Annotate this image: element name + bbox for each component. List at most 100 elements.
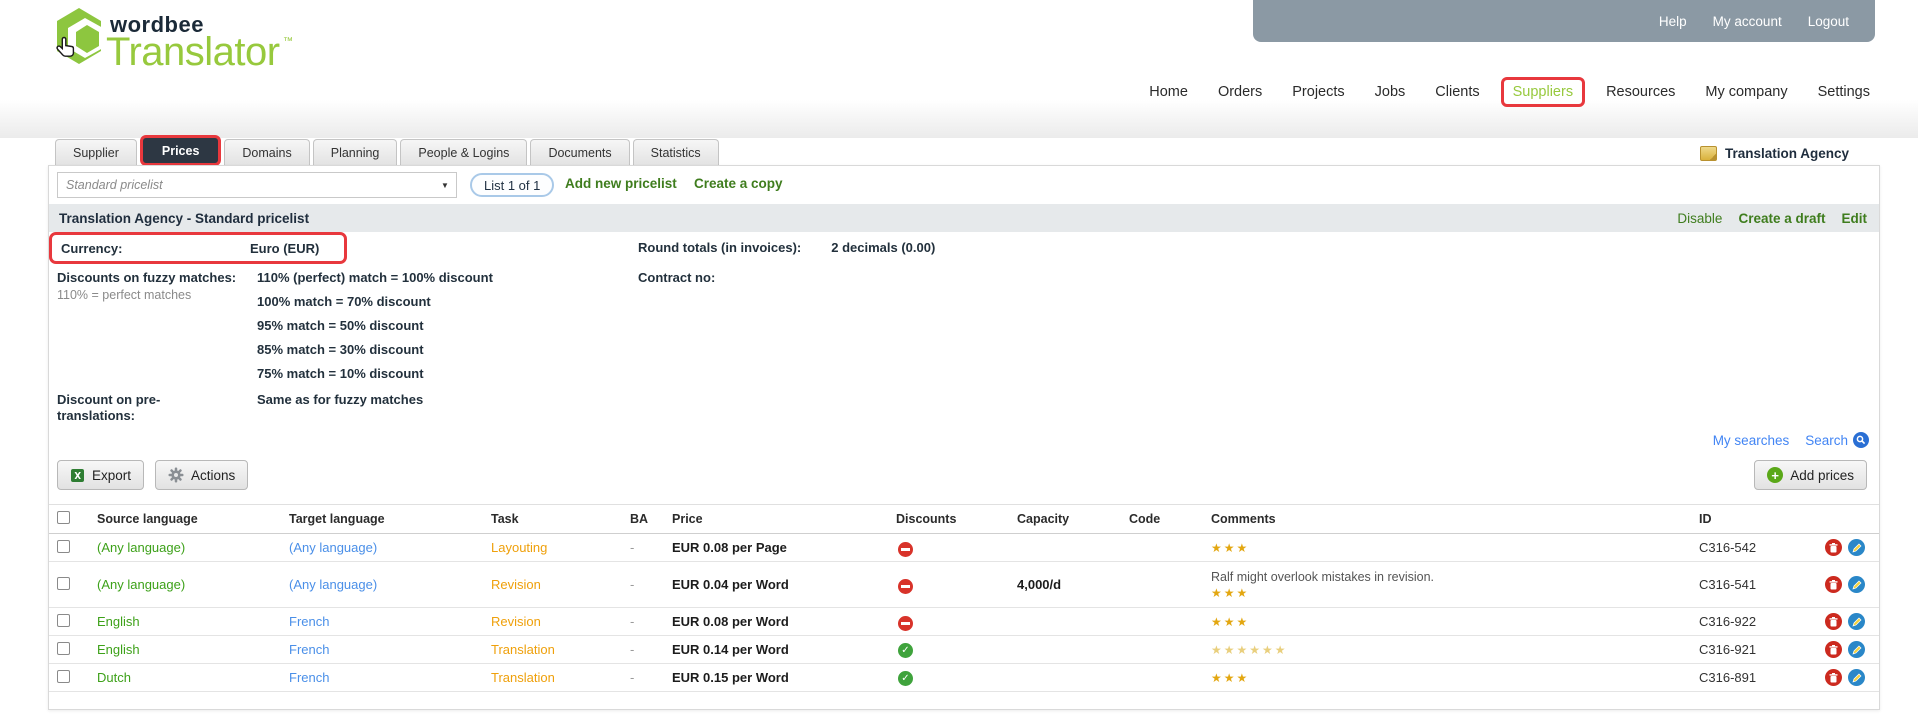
round-totals-label: Round totals (in invoices): [638, 240, 801, 255]
prices-panel: Standard pricelist ▼ List 1 of 1 Add new… [48, 165, 1880, 710]
delete-icon[interactable] [1825, 576, 1842, 593]
row-checkbox[interactable] [57, 540, 70, 553]
create-draft-link[interactable]: Create a draft [1738, 211, 1825, 226]
nav-projects[interactable]: Projects [1292, 84, 1344, 100]
create-a-copy-link[interactable]: Create a copy [694, 176, 783, 191]
task-link[interactable]: Translation [491, 642, 630, 657]
row-checkbox[interactable] [57, 614, 70, 627]
wordbee-logo[interactable]: wordbee Translator ™ [55, 6, 375, 76]
edit-icon[interactable] [1848, 669, 1865, 686]
price-value: EUR 0.14 per Word [672, 642, 896, 657]
select-all-checkbox[interactable] [57, 511, 70, 524]
tab-people-logins[interactable]: People & Logins [400, 139, 527, 166]
source-language-link[interactable]: English [97, 614, 289, 629]
row-checkbox[interactable] [57, 670, 70, 683]
tab-prices[interactable]: Prices [140, 135, 222, 166]
source-language-link[interactable]: Dutch [97, 670, 289, 685]
tab-domains[interactable]: Domains [224, 139, 309, 166]
currency-label: Currency: [52, 241, 250, 256]
task-link[interactable]: Translation [491, 670, 630, 685]
tab-band-background [0, 100, 1918, 138]
source-language-link[interactable]: (Any language) [97, 577, 289, 592]
edit-link[interactable]: Edit [1842, 211, 1868, 226]
nav-my-company[interactable]: My company [1705, 84, 1787, 100]
edit-icon[interactable] [1848, 576, 1865, 593]
actions-button[interactable]: Actions [155, 460, 248, 490]
source-language-link[interactable]: English [97, 642, 289, 657]
target-language-link[interactable]: French [289, 642, 491, 657]
prices-table: Source language Target language Task BA … [49, 504, 1879, 692]
nav-home[interactable]: Home [1149, 84, 1188, 100]
row-id: C316-921 [1699, 642, 1825, 657]
disable-link[interactable]: Disable [1677, 211, 1722, 226]
col-target-language: Target language [289, 512, 491, 526]
task-link[interactable]: Revision [491, 614, 630, 629]
logo-trademark: ™ [283, 36, 293, 47]
target-language-link[interactable]: (Any language) [289, 577, 491, 592]
delete-icon[interactable] [1825, 539, 1842, 556]
discount-status-icon [898, 616, 913, 631]
my-searches-link[interactable]: My searches [1713, 433, 1790, 448]
help-link[interactable]: Help [1659, 14, 1687, 29]
source-language-link[interactable]: (Any language) [97, 540, 289, 555]
nav-settings[interactable]: Settings [1818, 84, 1870, 100]
logout-link[interactable]: Logout [1808, 14, 1849, 29]
fuzzy-discounts-sublabel: 110% = perfect matches [57, 288, 191, 302]
search-link[interactable]: Search [1805, 432, 1869, 448]
target-language-link[interactable]: French [289, 614, 491, 629]
tab-statistics[interactable]: Statistics [633, 139, 719, 166]
col-source-language: Source language [97, 512, 289, 526]
gear-icon [168, 467, 184, 483]
my-account-link[interactable]: My account [1713, 14, 1782, 29]
rating-stars: ★★★★★★ [1211, 643, 1288, 657]
edit-icon[interactable] [1848, 539, 1865, 556]
delete-icon[interactable] [1825, 613, 1842, 630]
row-id: C316-922 [1699, 614, 1825, 629]
hand-cursor-icon [55, 36, 79, 62]
excel-icon [70, 468, 85, 483]
delete-icon[interactable] [1825, 669, 1842, 686]
col-discounts: Discounts [896, 512, 1017, 526]
task-link[interactable]: Revision [491, 577, 630, 592]
add-prices-button[interactable]: + Add prices [1754, 460, 1867, 490]
target-language-link[interactable]: (Any language) [289, 540, 491, 555]
table-header-row: Source language Target language Task BA … [49, 504, 1879, 534]
edit-icon[interactable] [1848, 641, 1865, 658]
pricelist-section-header: Translation Agency - Standard pricelist … [49, 204, 1879, 232]
rating-stars: ★★★ [1211, 671, 1249, 685]
search-icon [1853, 432, 1869, 448]
main-navigation: Home Orders Projects Jobs Clients Suppli… [0, 80, 1870, 104]
comment-text: Ralf might overlook mistakes in revision… [1211, 570, 1699, 585]
ba-value: - [630, 642, 672, 657]
capacity-value: 4,000/d [1017, 577, 1129, 592]
list-count-badge: List 1 of 1 [470, 173, 554, 197]
price-value: EUR 0.15 per Word [672, 670, 896, 685]
discount-status-icon [898, 579, 913, 594]
row-checkbox[interactable] [57, 642, 70, 655]
discount-status-icon [898, 671, 913, 686]
pricelist-select[interactable]: Standard pricelist ▼ [57, 172, 457, 198]
row-checkbox[interactable] [57, 577, 70, 590]
col-price: Price [672, 512, 896, 526]
tab-supplier[interactable]: Supplier [55, 139, 137, 166]
nav-jobs[interactable]: Jobs [1375, 84, 1406, 100]
ba-value: - [630, 540, 672, 555]
target-language-link[interactable]: French [289, 670, 491, 685]
nav-orders[interactable]: Orders [1218, 84, 1262, 100]
col-code: Code [1129, 512, 1211, 526]
nav-clients[interactable]: Clients [1435, 84, 1479, 100]
delete-icon[interactable] [1825, 641, 1842, 658]
tab-documents[interactable]: Documents [530, 139, 629, 166]
add-prices-button-label: Add prices [1790, 468, 1854, 483]
add-new-pricelist-link[interactable]: Add new pricelist [565, 176, 677, 191]
pricelist-title: Translation Agency - Standard pricelist [49, 211, 1677, 226]
edit-icon[interactable] [1848, 613, 1865, 630]
task-link[interactable]: Layouting [491, 540, 630, 555]
export-button[interactable]: Export [57, 460, 144, 490]
fuzzy-discounts-label: Discounts on fuzzy matches: [57, 270, 247, 285]
nav-suppliers[interactable]: Suppliers [1501, 77, 1585, 107]
nav-resources[interactable]: Resources [1606, 84, 1675, 100]
pricelist-select-value: Standard pricelist [58, 178, 434, 192]
note-icon [1700, 146, 1717, 161]
tab-planning[interactable]: Planning [313, 139, 398, 166]
